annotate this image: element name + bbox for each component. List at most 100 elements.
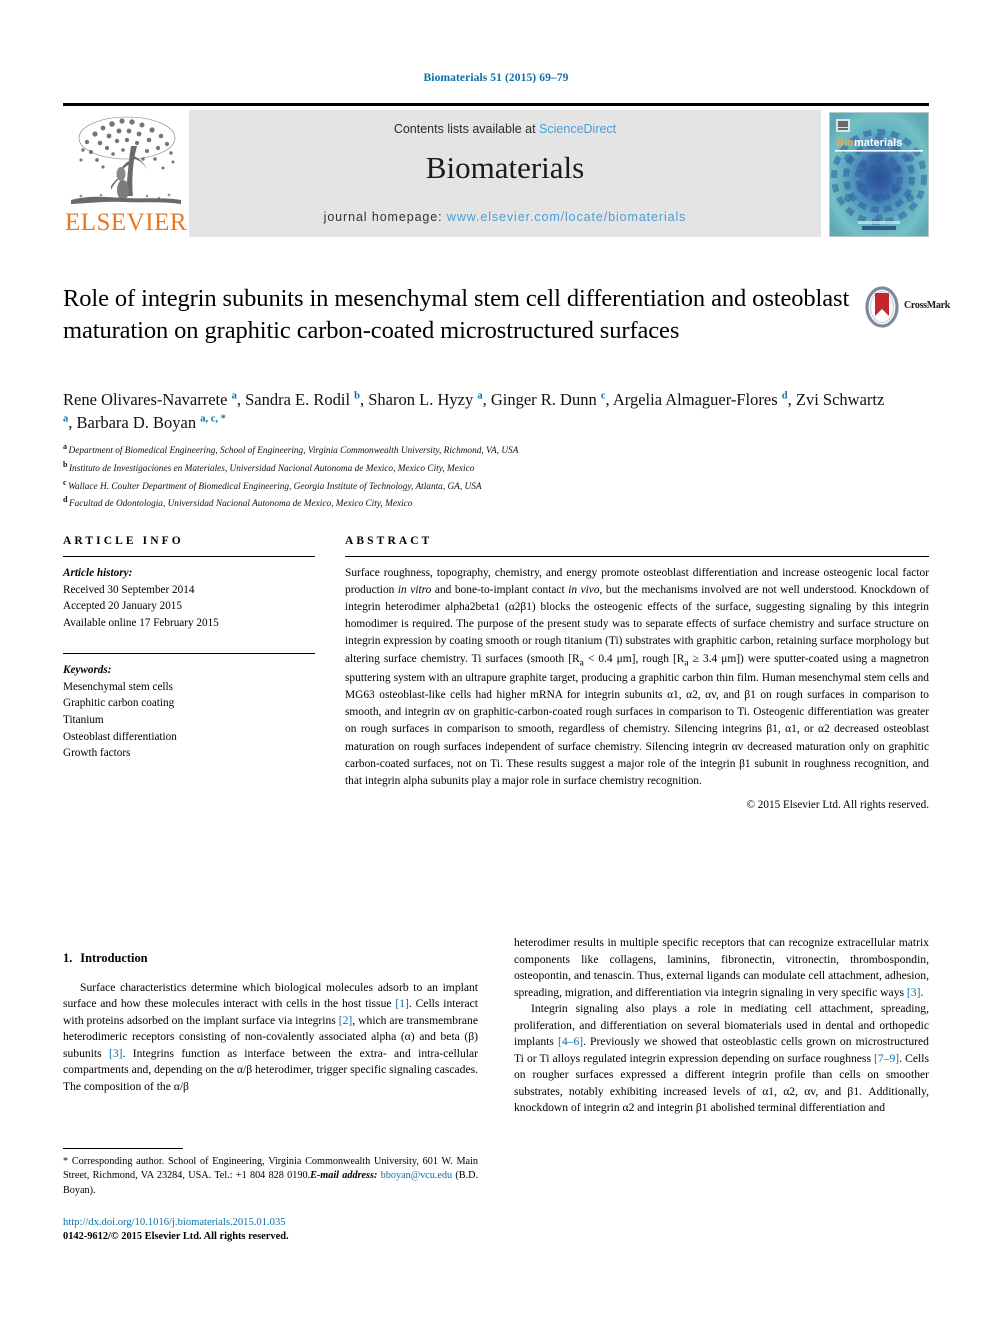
email-address-label: E-mail address: [310, 1170, 378, 1182]
affiliation-mark: b [63, 459, 68, 469]
author-list: Rene Olivares-Navarrete a, Sandra E. Rod… [63, 388, 893, 435]
introduction-right-column: heterodimer results in multiple specific… [514, 935, 929, 1117]
abstract-copyright: © 2015 Elsevier Ltd. All rights reserved… [746, 798, 930, 811]
journal-article-page: Biomaterials 51 (2015) 69–79 ELSEVIER Co… [0, 0, 992, 1323]
article-history-lines: Received 30 September 2014 Accepted 20 Ja… [63, 582, 315, 632]
author-affiliation-mark: a, c, * [200, 413, 226, 425]
text-run: ≥ 3.4 μm]) were sputter-coated using a m… [345, 652, 930, 787]
elsevier-wordmark: ELSEVIER [64, 209, 188, 236]
crossmark-label: CrossMark [904, 300, 951, 311]
affiliation-mark: a [63, 442, 67, 451]
crossmark-badge[interactable]: CrossMark [862, 286, 950, 330]
corresponding-author-footnote: * Corresponding author. School of Engine… [63, 1148, 478, 1198]
emphasis-text: in vivo [568, 584, 600, 597]
citation-link[interactable]: [3] [109, 1047, 123, 1060]
keyword-item: Osteoblast differentiation [63, 730, 177, 743]
author-name[interactable]: Sandra E. Rodil [245, 390, 354, 409]
author-separator: , [68, 413, 77, 433]
citation-link[interactable]: [4–6] [558, 1035, 583, 1048]
svg-text:Bio: Bio [836, 137, 854, 149]
affiliation-mark: c [63, 477, 67, 487]
author-name[interactable]: Argelia Almaguer-Flores [613, 390, 782, 409]
abstract-text: Surface roughness, topography, chemistry… [345, 565, 929, 790]
author-separator: , [236, 390, 246, 409]
affiliation-mark: d [63, 495, 68, 505]
text-run: . [920, 985, 924, 999]
article-info-section: ARTICLE INFO Article history: Received 3… [63, 535, 315, 762]
paragraph: heterodimer results in multiple specific… [514, 935, 929, 1001]
keyword-item: Titanium [63, 714, 104, 727]
author-separator: , [360, 390, 369, 409]
homepage-prefix: journal homepage: [323, 210, 447, 224]
contents-available-line: Contents lists available at ScienceDirec… [189, 122, 821, 136]
citation-link[interactable]: [7–9] [874, 1052, 899, 1065]
citation-link[interactable]: [3] [907, 986, 921, 999]
affiliation-item: a Department of Biomedical Engineering, S… [63, 441, 893, 459]
doi-footer: http://dx.doi.org/10.1016/j.biomaterials… [63, 1215, 493, 1245]
journal-masthead: ELSEVIER Contents lists available at Sci… [63, 103, 929, 237]
keywords-label: Keywords: [63, 664, 112, 677]
affiliation-item: c Wallace H. Coulter Department of Biomed… [63, 477, 893, 495]
affiliation-text: Facultad de Odontologia, Universidad Nac… [68, 499, 413, 510]
article-history-item: Available online 17 February 2015 [63, 616, 219, 629]
page-title: Role of integrin subunits in mesenchymal… [63, 285, 850, 344]
keywords-rule [63, 653, 315, 655]
affiliation-item: d Facultad de Odontologia, Universidad Na… [63, 494, 893, 512]
article-history-item: Accepted 20 January 2015 [63, 600, 182, 613]
abstract-section: ABSTRACT Surface roughness, topography, … [345, 535, 929, 811]
keywords-block: Keywords: Mesenchymal stem cells Graphiti… [63, 653, 315, 761]
abstract-rule [345, 556, 929, 557]
emphasis-text: in vitro [397, 584, 432, 597]
affiliation-list: a Department of Biomedical Engineering, S… [63, 441, 893, 512]
email-link[interactable]: bboyan@vcu.edu [381, 1170, 452, 1181]
section-number: 1. [63, 951, 73, 965]
crossmark-icon [865, 286, 899, 328]
elsevier-logo: ELSEVIER [63, 110, 189, 237]
journal-homepage-link[interactable]: www.elsevier.com/locate/biomaterials [447, 210, 686, 224]
text-run: and bone-to-implant contact [431, 584, 569, 597]
footnote-text: * Corresponding author. School of Engine… [63, 1155, 478, 1198]
footnote-divider [63, 1148, 183, 1149]
text-run: heterodimer results in multiple specific… [514, 936, 929, 999]
author-name[interactable]: Rene Olivares-Navarrete [63, 390, 232, 409]
keyword-item: Mesenchymal stem cells [63, 680, 173, 693]
affiliation-item: b Instituto de Investigaciones en Materia… [63, 459, 893, 477]
keyword-item: Graphitic carbon coating [63, 697, 175, 710]
citation-link[interactable]: [1] [395, 997, 409, 1010]
elsevier-tree-icon [71, 116, 181, 204]
affiliation-text: Instituto de Investigaciones en Material… [68, 463, 475, 474]
journal-homepage-line: journal homepage: www.elsevier.com/locat… [189, 210, 821, 224]
author-name[interactable]: Barbara D. Boyan [77, 413, 201, 432]
article-history-label: Article history: [63, 567, 133, 579]
doi-link[interactable]: http://dx.doi.org/10.1016/j.biomaterials… [63, 1215, 493, 1230]
svg-text:materials: materials [854, 137, 902, 149]
affiliation-text: Wallace H. Coulter Department of Biomedi… [68, 481, 482, 492]
keyword-lines: Mesenchymal stem cells Graphitic carbon c… [63, 679, 315, 762]
sciencedirect-link[interactable]: ScienceDirect [539, 122, 616, 136]
article-info-heading: ARTICLE INFO [63, 535, 184, 547]
contents-prefix: Contents lists available at [393, 122, 540, 136]
section-label: Introduction [80, 951, 148, 965]
journal-title: Biomaterials [425, 150, 585, 185]
article-info-rule [63, 556, 315, 557]
author-name[interactable]: Zvi Schwartz [796, 390, 884, 409]
running-head: Biomaterials 51 (2015) 69–79 [423, 72, 569, 84]
text-run: < 0.4 μm], rough [R [583, 652, 685, 665]
issn-copyright-line: 0142-9612/© 2015 Elsevier Ltd. All right… [63, 1231, 289, 1243]
author-name[interactable]: Sharon L. Hyzy [368, 390, 477, 409]
text-run: . Integrins function as interface betwee… [63, 1046, 478, 1093]
author-separator: , [605, 390, 613, 409]
author-separator: , [787, 390, 796, 409]
author-separator: , [482, 390, 491, 409]
article-history-item: Received 30 September 2014 [63, 583, 195, 596]
journal-cover-thumbnail[interactable]: Bio materials [821, 110, 929, 237]
title-block: Role of integrin subunits in mesenchymal… [63, 283, 853, 347]
citation-link[interactable]: [2] [339, 1014, 353, 1027]
affiliation-text: Department of Biomedical Engineering, Sc… [68, 446, 519, 457]
paragraph: Integrin signaling also plays a role in … [514, 1001, 929, 1117]
introduction-left-column: 1. Introduction Surface characteristics d… [63, 950, 478, 1095]
cover-artwork: Bio materials [830, 113, 928, 236]
author-name[interactable]: Ginger R. Dunn [491, 390, 601, 409]
keyword-item: Growth factors [63, 747, 131, 760]
paragraph: Surface characteristics determine which … [63, 980, 478, 1096]
